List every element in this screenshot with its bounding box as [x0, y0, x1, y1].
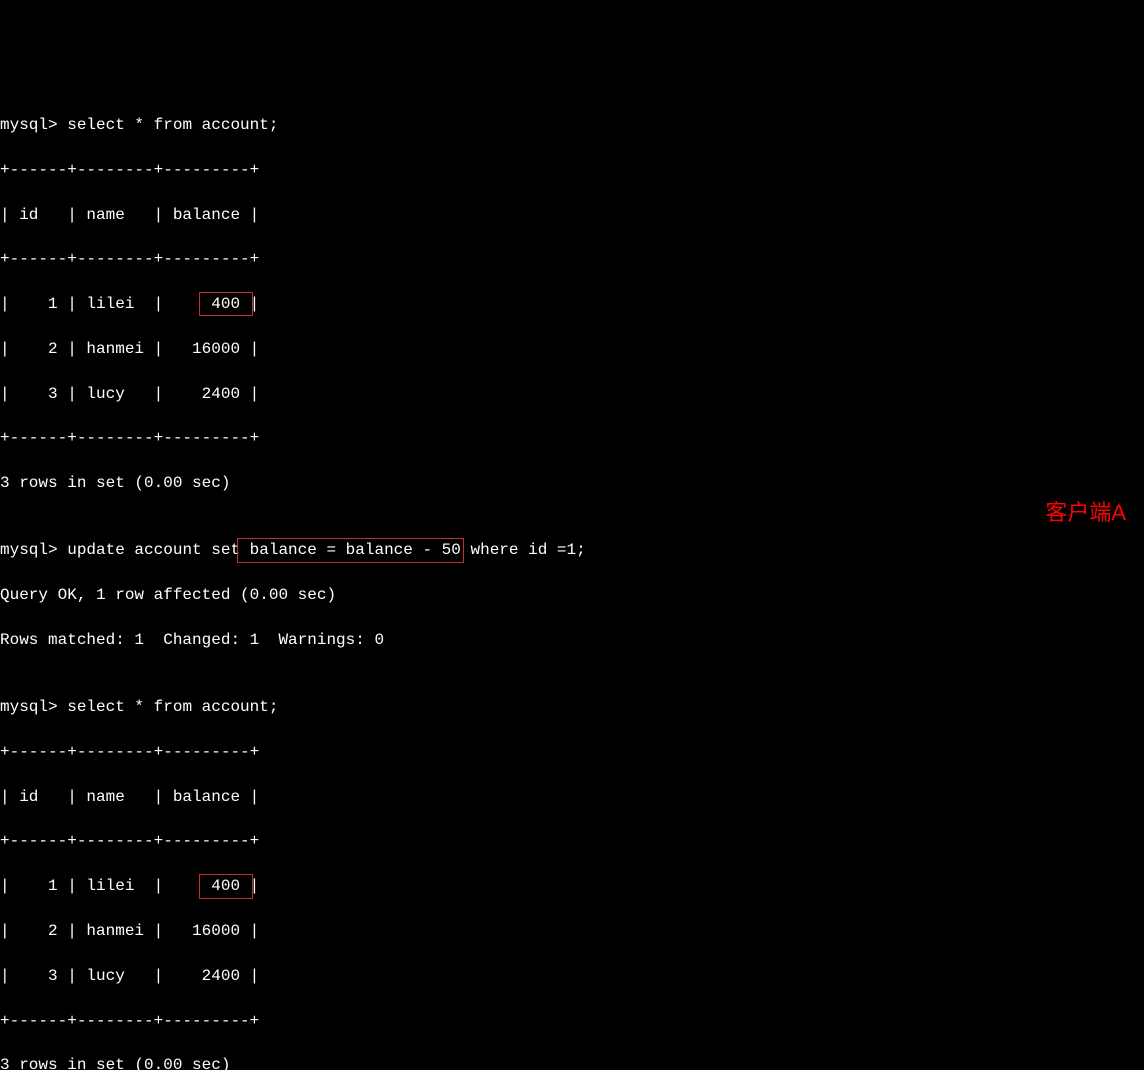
table-row: | 1 | lilei | 400 | — [0, 875, 1144, 897]
table-row: | 3 | lucy | 2400 | — [0, 383, 1144, 405]
table-border: +------+--------+---------+ — [0, 427, 1144, 449]
table-border: +------+--------+---------+ — [0, 1010, 1144, 1032]
sql-select-1: select * from account; — [67, 116, 278, 134]
rows-in-set: 3 rows in set (0.00 sec) — [0, 1054, 1144, 1070]
mysql-prompt: mysql> — [0, 541, 67, 559]
highlighted-update-clause: balance = balance - 50 — [237, 538, 464, 562]
table-row: | 2 | hanmei | 16000 | — [0, 920, 1144, 942]
table-header: | id | name | balance | — [0, 786, 1144, 808]
query-line-2: mysql> update account set balance = bala… — [0, 539, 1144, 561]
table-border: +------+--------+---------+ — [0, 248, 1144, 270]
query-result: Rows matched: 1 Changed: 1 Warnings: 0 — [0, 629, 1144, 651]
mysql-prompt: mysql> — [0, 116, 67, 134]
table-row: | 3 | lucy | 2400 | — [0, 965, 1144, 987]
sql-update-before: update account set — [67, 541, 240, 559]
mysql-prompt: mysql> — [0, 698, 67, 716]
terminal-output: mysql> select * from account; +------+--… — [0, 92, 1144, 1070]
rows-in-set: 3 rows in set (0.00 sec) — [0, 472, 1144, 494]
table-border: +------+--------+---------+ — [0, 741, 1144, 763]
table-border: +------+--------+---------+ — [0, 159, 1144, 181]
sql-update-after: where id =1; — [461, 541, 586, 559]
query-result: Query OK, 1 row affected (0.00 sec) — [0, 584, 1144, 606]
highlighted-value-400: 400 — [199, 292, 253, 316]
sql-select-2: select * from account; — [67, 698, 278, 716]
table-row: | 1 | lilei | 400 | — [0, 293, 1144, 315]
table-row: | 2 | hanmei | 16000 | — [0, 338, 1144, 360]
query-line-1: mysql> select * from account; — [0, 114, 1144, 136]
query-line-3: mysql> select * from account; — [0, 696, 1144, 718]
table-header: | id | name | balance | — [0, 204, 1144, 226]
highlighted-value-400: 400 — [199, 874, 253, 898]
table-border: +------+--------+---------+ — [0, 830, 1144, 852]
client-label: 客户端A — [1045, 498, 1126, 529]
